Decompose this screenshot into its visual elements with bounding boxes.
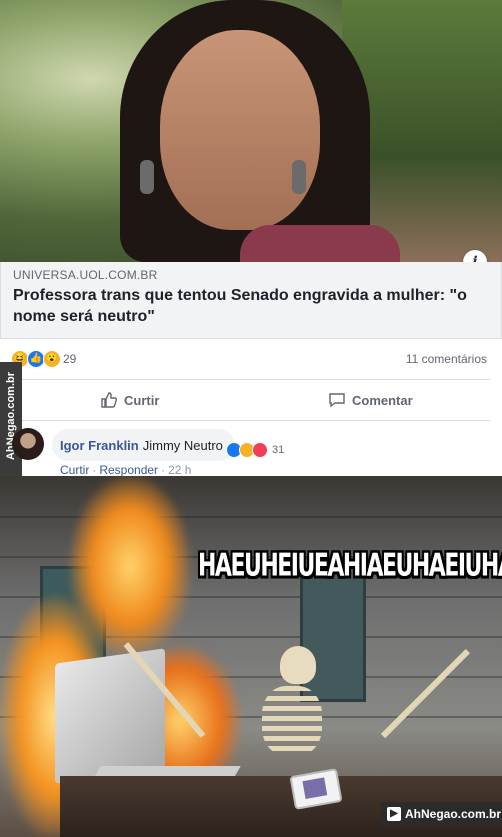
comment-label: Comentar [352, 392, 413, 408]
comment-button[interactable]: Comentar [328, 388, 413, 412]
link-preview[interactable]: UNIVERSA.UOL.COM.BR Professora trans que… [0, 262, 502, 339]
wow-icon: 😮 [43, 350, 61, 368]
skeleton-ribs [262, 686, 322, 756]
comment-author[interactable]: Igor Franklin [60, 438, 139, 453]
skeleton-skull [280, 646, 316, 684]
like-button[interactable]: Curtir [100, 388, 159, 412]
side-watermark: AhNegao.com.br [0, 362, 22, 480]
comments-count[interactable]: 11 comentários [406, 352, 487, 366]
comment-reactions[interactable]: 31 [226, 440, 284, 460]
comment-actions: Curtir · Responder · 22 h [60, 463, 192, 477]
comment-icon [329, 393, 345, 408]
thumbs-up-icon [101, 392, 118, 408]
action-bar: Curtir Comentar [0, 380, 502, 420]
meme-caption: HAEUHEIUEAHIAEUHAEIUHAEIUEAH [198, 549, 502, 584]
skeleton-arm [380, 649, 470, 739]
comment-reaction-count: 31 [272, 444, 285, 456]
comment-reply-link[interactable]: Responder [99, 463, 158, 477]
love-icon [252, 442, 268, 458]
watermark-badge: ▶ AhNegao.com.br [381, 802, 502, 826]
meme-image: HAEUHEIUEAHIAEUHAEIUHAEIUEAH ▶ AhNegao.c… [0, 476, 502, 837]
link-headline[interactable]: Professora trans que tentou Senado engra… [13, 285, 483, 327]
reaction-count[interactable]: 29 [63, 352, 76, 366]
ahnegao-logo-icon: ▶ [387, 807, 401, 821]
reactions-bar: 😆 👍 😮 29 11 comentários [0, 338, 502, 378]
comment-bubble: Igor Franklin Jimmy Neutro [52, 429, 235, 461]
comment-time[interactable]: 22 h [168, 463, 191, 477]
comment-like-link[interactable]: Curtir [60, 463, 89, 477]
link-domain: UNIVERSA.UOL.COM.BR [13, 268, 158, 282]
watermark-text: AhNegao.com.br [405, 807, 502, 821]
side-watermark-text: AhNegao.com.br [5, 372, 17, 461]
divider [12, 420, 490, 421]
post-photo[interactable] [0, 0, 502, 262]
like-label: Curtir [124, 392, 160, 408]
comment-text: Jimmy Neutro [142, 437, 223, 453]
avatar[interactable] [12, 428, 44, 460]
